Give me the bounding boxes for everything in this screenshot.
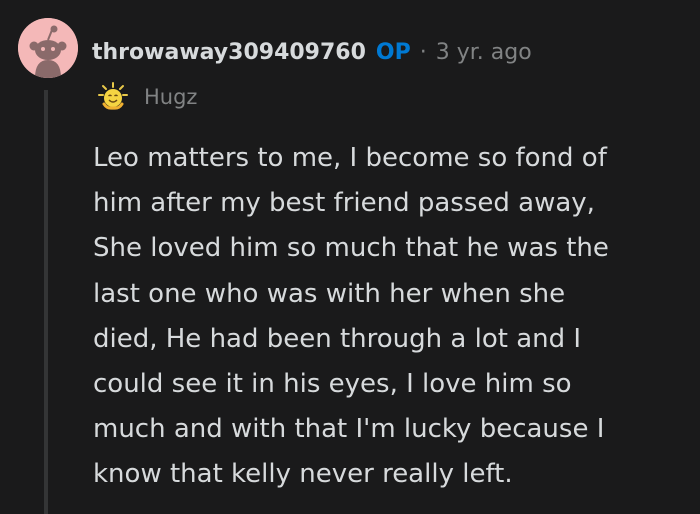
award-flair[interactable]: Hugz — [98, 80, 197, 114]
snoo-avatar-icon — [18, 18, 78, 78]
comment-author[interactable]: throwaway309409760 — [92, 40, 366, 65]
award-label: Hugz — [144, 85, 198, 109]
op-badge: OP — [375, 39, 411, 65]
comment-line: much and with that I'm lucky because I — [93, 414, 605, 445]
comment-line: last one who was with her when she — [93, 278, 566, 309]
user-avatar[interactable] — [18, 18, 78, 78]
comment-line: could see it in his eyes, I love him so — [93, 369, 572, 400]
hugz-award-icon — [98, 82, 128, 112]
comment-line: died, He had been through a lot and I — [93, 323, 582, 354]
comment-line: know that kelly never really left. — [93, 459, 513, 490]
comment-timestamp[interactable]: 3 yr. ago — [436, 40, 532, 65]
comment-header: throwaway309409760 OP · 3 yr. ago — [92, 36, 532, 68]
comment-body: Leo matters to me, I become so fond of h… — [93, 136, 693, 498]
comment-line: Leo matters to me, I become so fond of — [93, 143, 607, 173]
thread-collapse-line[interactable] — [44, 90, 48, 514]
comment-line: She loved him so much that he was the — [93, 233, 609, 264]
comment-line: him after my best friend passed away, — [93, 188, 595, 219]
separator-dot: · — [419, 39, 427, 65]
